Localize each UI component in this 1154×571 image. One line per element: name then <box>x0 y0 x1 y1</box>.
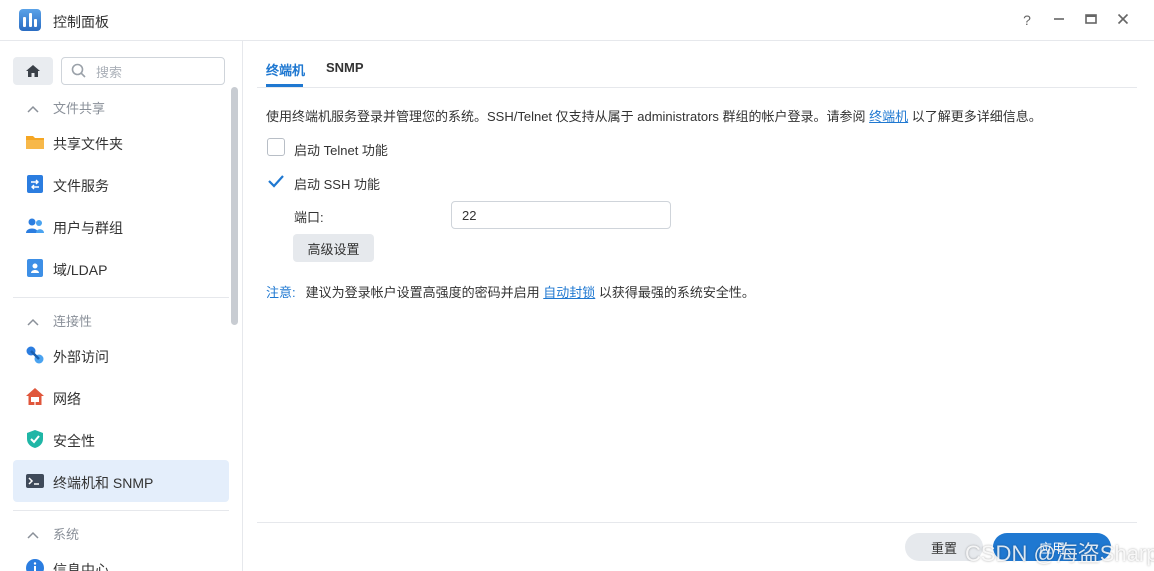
home-button[interactable] <box>13 57 53 85</box>
sidebar-divider <box>13 510 229 511</box>
sidebar-item-file-services[interactable]: 文件服务 <box>13 163 229 205</box>
network-icon <box>26 388 44 405</box>
search-input[interactable] <box>94 61 218 83</box>
control-panel-window: 控制面板 ? 文件共享 <box>0 0 1154 571</box>
title-bar: 控制面板 ? <box>0 0 1154 41</box>
footer-divider <box>257 522 1137 523</box>
window-title: 控制面板 <box>53 14 109 30</box>
sidebar-item-terminal-snmp[interactable]: 终端机和 SNMP <box>13 460 229 502</box>
terminal-description: 使用终端机服务登录并管理您的系统。SSH/Telnet 仅支持从属于 admin… <box>266 109 1042 124</box>
chevron-up-icon <box>27 101 41 116</box>
file-services-icon <box>27 175 43 193</box>
sidebar-item-users[interactable]: 用户与群组 <box>13 205 229 247</box>
group-header-system[interactable]: 系统 <box>27 524 79 543</box>
main-panel: 终端机 SNMP 使用终端机服务登录并管理您的系统。SSH/Telnet 仅支持… <box>243 41 1154 571</box>
group-header-connectivity[interactable]: 连接性 <box>27 311 92 330</box>
ssh-label: 启动 SSH 功能 <box>294 177 380 192</box>
security-note: 注意: 建议为登录帐户设置高强度的密码并启用 自动封锁 以获得最强的系统安全性。 <box>266 285 755 300</box>
domain-icon <box>27 259 43 277</box>
minimize-icon[interactable] <box>1049 10 1069 30</box>
sidebar-item-external-access[interactable]: 外部访问 <box>13 334 229 376</box>
sidebar-divider <box>13 297 229 298</box>
info-center-icon <box>26 559 44 571</box>
port-label: 端口: <box>294 210 324 225</box>
shared-folder-icon <box>26 136 44 149</box>
tab-terminal[interactable]: 终端机 <box>266 60 305 79</box>
maximize-icon[interactable] <box>1081 10 1101 30</box>
telnet-label: 启动 Telnet 功能 <box>294 143 388 158</box>
sidebar-scrollbar[interactable] <box>231 87 238 325</box>
auto-block-link[interactable]: 自动封锁 <box>543 285 595 300</box>
terminal-icon <box>26 474 44 488</box>
close-icon[interactable] <box>1113 10 1133 30</box>
note-label: 注意: <box>266 285 296 300</box>
tab-bar: 终端机 SNMP <box>257 41 1137 88</box>
telnet-checkbox[interactable] <box>267 138 285 156</box>
sidebar-item-shared-folder[interactable]: 共享文件夹 <box>13 121 229 163</box>
help-icon[interactable]: ? <box>1017 10 1037 30</box>
sidebar-item-network[interactable]: 网络 <box>13 376 229 418</box>
advanced-settings-button[interactable]: 高级设置 <box>293 234 374 262</box>
sidebar: 文件共享 共享文件夹 文件服务 用户与群组 域/LDAP <box>0 41 243 571</box>
sidebar-item-info-center[interactable]: 信息中心 <box>13 547 229 571</box>
chevron-up-icon <box>27 527 41 542</box>
search-icon <box>71 63 86 78</box>
port-input[interactable] <box>451 201 671 229</box>
sidebar-item-security[interactable]: 安全性 <box>13 418 229 460</box>
active-tab-indicator <box>266 84 303 87</box>
checkmark-icon <box>268 175 284 188</box>
group-header-file-sharing[interactable]: 文件共享 <box>27 98 105 117</box>
home-icon <box>26 65 40 77</box>
tab-snmp[interactable]: SNMP <box>326 60 364 75</box>
chevron-up-icon <box>27 314 41 329</box>
watermark: CSDN @海盗Sharp <box>965 541 1154 566</box>
control-panel-app-icon <box>19 9 41 31</box>
sidebar-item-domain[interactable]: 域/LDAP <box>13 247 229 289</box>
security-icon <box>27 430 43 448</box>
external-access-icon <box>26 346 44 364</box>
search-box <box>61 57 225 85</box>
users-icon <box>26 218 44 233</box>
terminal-help-link[interactable]: 终端机 <box>869 109 908 124</box>
ssh-checkbox[interactable] <box>267 172 285 190</box>
